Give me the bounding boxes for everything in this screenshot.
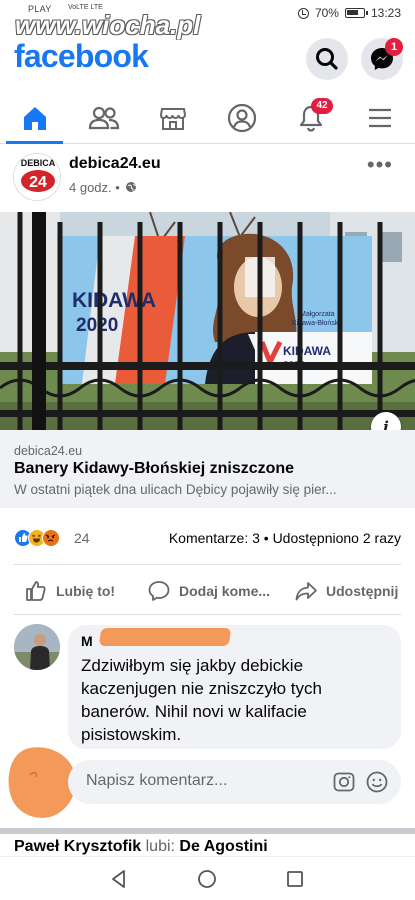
back-icon[interactable] [108, 868, 130, 890]
like-button[interactable]: Lubię to! [24, 576, 115, 606]
next-story-verb: lubi: [145, 838, 175, 855]
debica24-logo: DEBICA 24 [14, 154, 60, 200]
commenter-name[interactable]: M [81, 633, 93, 649]
tab-friends[interactable] [69, 92, 138, 144]
system-navigation-bar [0, 856, 415, 900]
camera-icon[interactable] [332, 770, 356, 794]
share-button[interactable]: Udostępnij [294, 576, 398, 606]
angry-reaction-icon [42, 529, 60, 547]
tab-menu[interactable] [345, 92, 414, 144]
reaction-count[interactable]: 24 [74, 530, 90, 546]
commenter-avatar[interactable] [14, 624, 60, 670]
divider [14, 614, 401, 615]
tab-marketplace[interactable] [138, 92, 207, 144]
tab-notifications[interactable] [276, 92, 345, 144]
post-timestamp: 4 godz. • [69, 180, 120, 195]
battery-icon [344, 8, 368, 18]
commenter-photo [14, 624, 60, 670]
active-tab-indicator [6, 141, 63, 144]
globe-icon [126, 182, 137, 192]
recents-icon[interactable] [284, 868, 306, 890]
banner-year: 2020 [76, 315, 118, 336]
friends-icon [88, 106, 119, 130]
banner-photo: KIDAWA 2020 Małgorzata Kidawa-Błońska KI… [0, 212, 415, 430]
next-story-header[interactable]: Paweł Krysztofik lubi: De Agostini [14, 838, 268, 856]
write-comment-placeholder: Napisz komentarz... [86, 772, 228, 789]
like-label: Lubię to! [56, 583, 116, 599]
share-label: Udostępnij [326, 583, 399, 599]
page-avatar[interactable]: DEBICA 24 [13, 153, 61, 201]
search-icon [316, 48, 338, 70]
home-circle-icon[interactable] [196, 868, 218, 890]
messenger-badge: 1 [385, 38, 403, 56]
tab-profile[interactable] [207, 92, 276, 144]
clock: 13:23 [370, 6, 401, 20]
reaction-icons[interactable] [14, 528, 60, 548]
main-nav [0, 92, 415, 144]
status-right: 70% 13:23 [297, 6, 401, 20]
page-logo-text: DEBICA [21, 158, 56, 168]
alarm-icon [297, 7, 309, 19]
watermark: www.wiocha.pl [15, 10, 201, 40]
banner-title: KIDAWA [72, 289, 156, 312]
banner-logo-name: KIDAWA [283, 344, 331, 358]
next-story-actor[interactable]: Paweł Krysztofik [14, 838, 141, 855]
link-domain: debica24.eu [14, 444, 83, 458]
post-photo[interactable]: KIDAWA 2020 Małgorzata Kidawa-Błońska KI… [0, 212, 415, 430]
post-options-icon[interactable]: ••• [367, 152, 393, 178]
home-icon [23, 107, 46, 130]
emoji-icon[interactable] [365, 770, 389, 794]
search-button[interactable] [306, 38, 348, 80]
post-time: 4 godz. • [69, 180, 137, 195]
comment-button[interactable]: Dodaj kome... [147, 576, 270, 606]
comment-icon [148, 581, 170, 601]
comments-shares-stats[interactable]: Komentarze: 3 • Udostępniono 2 razy [169, 530, 401, 546]
battery-percent: 70% [314, 6, 339, 20]
share-icon [295, 582, 317, 601]
comment-text: Zdziwiłbym się jakby debickie kaczenjuge… [81, 656, 322, 744]
notifications-badge: 42 [311, 98, 333, 114]
tab-home[interactable] [0, 92, 69, 144]
menu-icon [368, 108, 391, 128]
facebook-logo[interactable]: facebook [14, 38, 149, 75]
link-title[interactable]: Banery Kidawy-Błońskiej zniszczone [14, 460, 294, 478]
banner-name-line1: Małgorzata [300, 311, 335, 318]
feed-separator [0, 828, 415, 834]
next-story-target[interactable]: De Agostini [179, 838, 267, 855]
divider [14, 564, 401, 565]
link-description: W ostatni piątek dna ulicach Dębicy poja… [14, 482, 337, 497]
marketplace-icon [159, 108, 186, 130]
profile-icon [227, 103, 256, 133]
page-name[interactable]: debica24.eu [69, 155, 161, 173]
page-logo-number: 24 [29, 174, 47, 191]
comment-label: Dodaj kome... [179, 583, 271, 599]
thumbs-up-icon [26, 581, 46, 601]
name-redaction [98, 628, 232, 646]
